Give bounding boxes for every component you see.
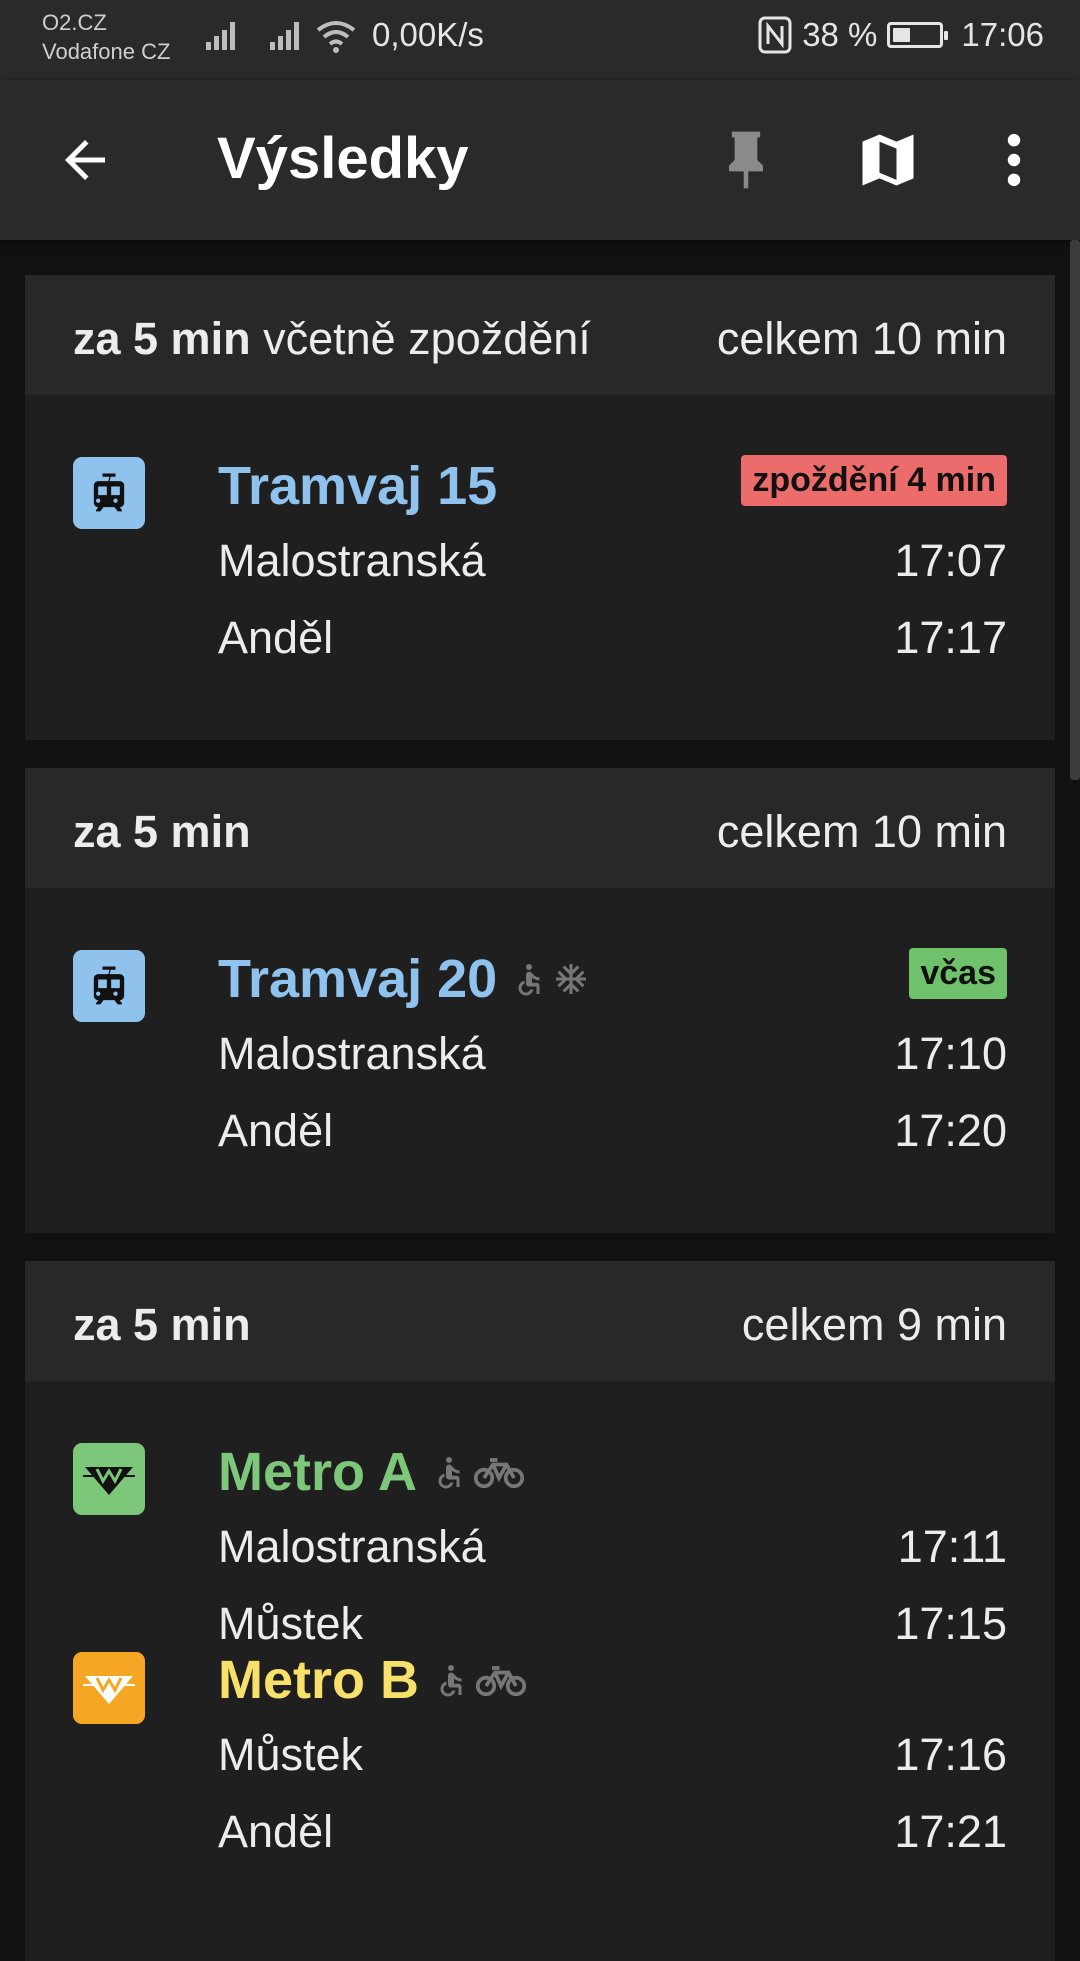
status-bar: O2.CZ Vodafone CZ 0,00K/s 38 % 17:06 — [0, 0, 1080, 80]
tram-icon — [73, 457, 145, 529]
carrier-1: O2.CZ — [42, 10, 107, 35]
to-time: 17:20 — [894, 1105, 1007, 1156]
app-bar: Výsledky — [0, 80, 1080, 240]
to-time: 17:15 — [894, 1598, 1007, 1649]
from-stop: Malostranská — [218, 1028, 486, 1079]
bicycle-icon — [473, 1458, 525, 1489]
result-header: za 5 min celkem 10 min — [25, 768, 1055, 888]
to-stop: Anděl — [218, 1806, 334, 1857]
departure-in: za 5 min — [73, 1299, 251, 1350]
on-time-badge: včas — [909, 948, 1007, 999]
to-stop: Anděl — [218, 612, 334, 663]
result-card-1[interactable]: za 5 min včetně zpoždění celkem 10 min T… — [25, 275, 1055, 740]
delay-badge: zpoždění 4 min — [741, 455, 1007, 506]
net-speed: 0,00K/s — [372, 16, 484, 53]
scrollbar[interactable] — [1070, 240, 1080, 780]
total-duration: celkem 10 min — [716, 806, 1007, 857]
to-stop: Anděl — [218, 1105, 334, 1156]
line-name: Metro A — [218, 1442, 417, 1502]
to-time: 17:21 — [894, 1806, 1007, 1857]
result-header: za 5 min včetně zpoždění celkem 10 min — [25, 275, 1055, 395]
carrier-names: O2.CZ Vodafone CZ — [42, 8, 170, 66]
signal-icon-2 — [270, 22, 299, 50]
route-leg: Tramvaj 20 včas Malostranská 17:10 Anděl… — [25, 888, 1055, 1156]
map-icon[interactable] — [854, 126, 922, 194]
carrier-2: Vodafone CZ — [42, 39, 171, 64]
to-stop: Můstek — [218, 1598, 364, 1649]
route-leg: Metro B Můstek 17:16 Anděl 17:21 — [25, 1649, 1055, 1889]
total-duration: celkem 9 min — [741, 1299, 1007, 1350]
to-time: 17:17 — [894, 612, 1007, 663]
result-card-2[interactable]: za 5 min celkem 10 min Tramvaj 20 včas M… — [25, 768, 1055, 1233]
snowflake-icon — [556, 964, 587, 994]
bicycle-icon — [475, 1666, 527, 1697]
arrow-back-icon[interactable] — [55, 130, 115, 190]
page-title: Výsledky — [217, 126, 469, 191]
departure-note: včetně zpoždění — [263, 313, 591, 364]
from-stop: Malostranská — [218, 1521, 486, 1572]
from-stop: Můstek — [218, 1729, 364, 1780]
tram-icon — [73, 950, 145, 1022]
more-vert-icon[interactable] — [980, 126, 1048, 194]
from-time: 17:16 — [894, 1729, 1007, 1780]
line-name: Metro B — [218, 1650, 419, 1710]
wheelchair-icon — [438, 1457, 460, 1489]
result-card-3[interactable]: za 5 min celkem 9 min Metro A Malostrans… — [25, 1261, 1055, 1961]
wheelchair-icon — [518, 964, 540, 996]
battery-icon — [887, 22, 949, 48]
line-name: Tramvaj 15 — [218, 456, 498, 516]
line-name: Tramvaj 20 — [218, 949, 498, 1009]
wifi-icon — [316, 21, 356, 53]
departure-in: za 5 min — [73, 806, 251, 857]
nfc-icon — [758, 16, 792, 54]
metro-icon — [73, 1443, 145, 1515]
pin-icon[interactable] — [712, 126, 780, 194]
from-time: 17:11 — [897, 1521, 1007, 1572]
signal-icon — [206, 22, 235, 50]
result-header: za 5 min celkem 9 min — [25, 1261, 1055, 1381]
battery-percent: 38 % — [802, 16, 878, 53]
route-leg: Metro A Malostranská 17:11 Můstek 17:15 — [25, 1381, 1055, 1649]
clock: 17:06 — [961, 16, 1044, 53]
metro-icon — [73, 1652, 145, 1724]
total-duration: celkem 10 min — [716, 313, 1007, 364]
route-leg: Tramvaj 15 zpoždění 4 min Malostranská 1… — [25, 395, 1055, 663]
departure-in: za 5 min — [73, 313, 251, 364]
from-time: 17:07 — [894, 535, 1007, 586]
from-stop: Malostranská — [218, 535, 486, 586]
wheelchair-icon — [440, 1665, 462, 1697]
from-time: 17:10 — [894, 1028, 1007, 1079]
